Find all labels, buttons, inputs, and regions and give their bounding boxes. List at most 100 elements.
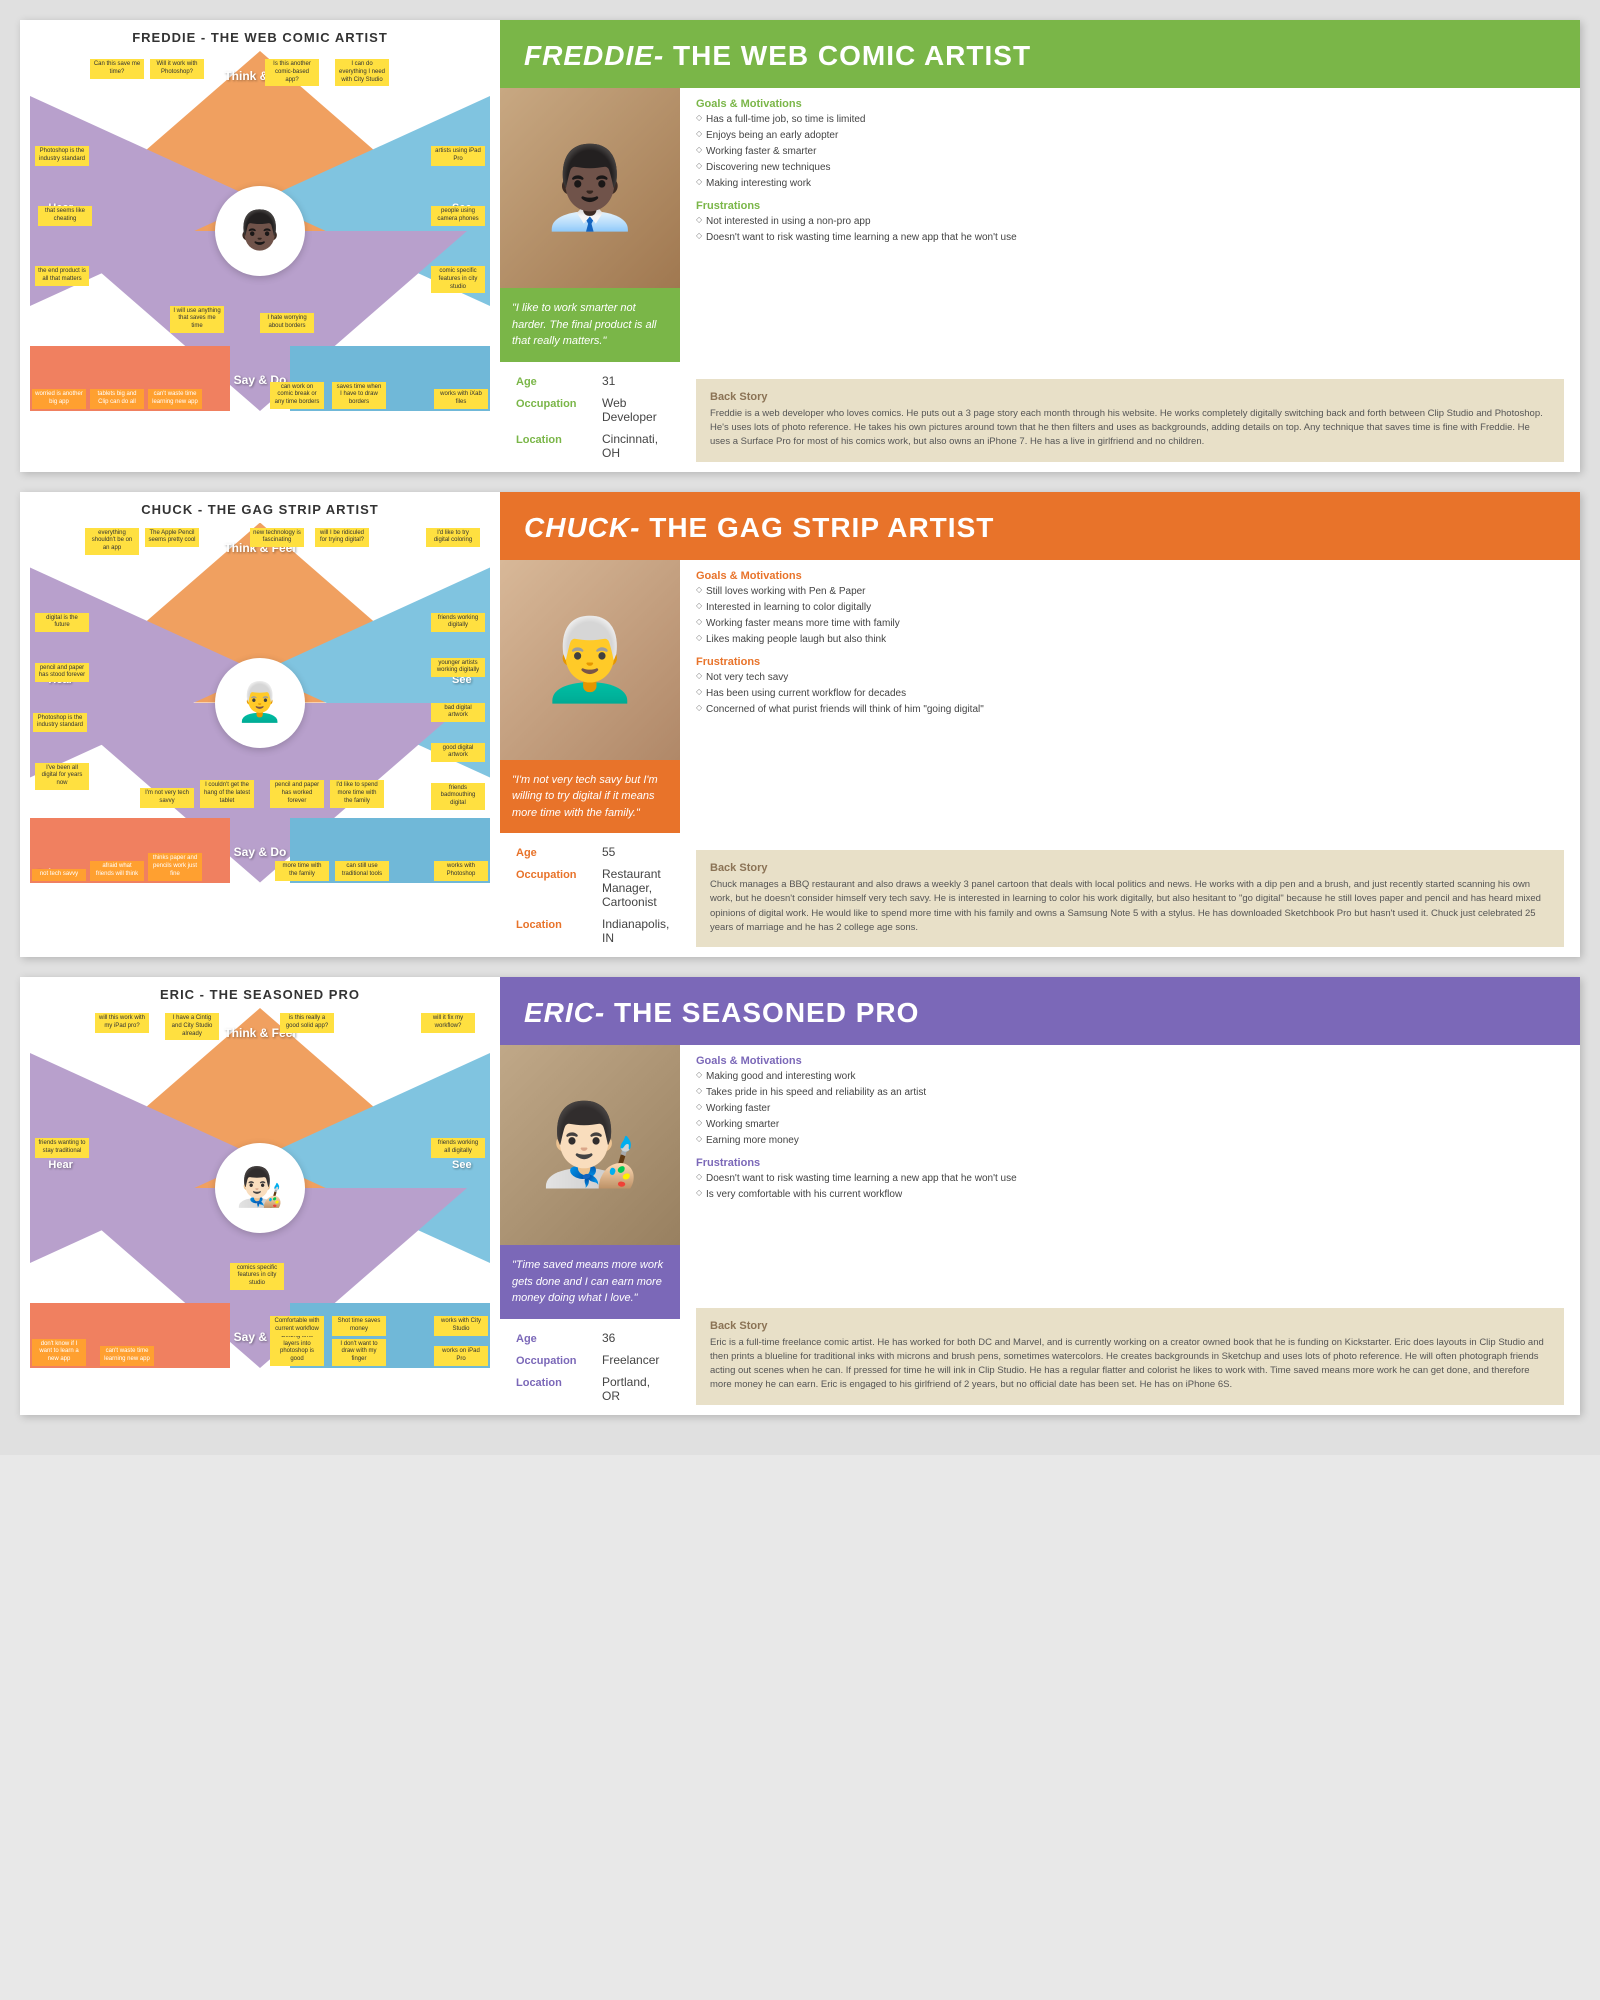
freddie-frust-1: Not interested in using a non-pro app xyxy=(696,214,1564,230)
freddie-photo: 👨🏿‍💼 xyxy=(500,88,680,288)
freddie-em-avatar: 👨🏿 xyxy=(215,186,305,276)
freddie-title: FREDDIE- THE WEB COMIC ARTIST xyxy=(524,40,1031,72)
eric-stats: Age 36 Occupation Freelancer Location Po… xyxy=(500,1319,680,1415)
chuck-em-diagram: Think & Feel Hear See Say & Do Pain Gain… xyxy=(30,523,490,883)
freddie-sticky-s2: people using camera phones xyxy=(431,206,485,226)
freddie-sticky-h3: the end product is all that matters xyxy=(35,266,89,286)
freddie-sticky-p2: tablets big and Clip can do all xyxy=(90,389,144,409)
chuck-sticky-p1: not tech savvy xyxy=(32,869,86,881)
freddie-frustrations-list: Not interested in using a non-pro app Do… xyxy=(696,214,1564,246)
eric-backstory-text: Eric is a full-time freelance comic arti… xyxy=(710,1336,1550,1393)
eric-row: ERIC - THE SEASONED PRO Think & Feel Hea… xyxy=(20,977,1580,1415)
chuck-sticky-sd2: I couldn't get the hang of the latest ta… xyxy=(200,780,254,807)
freddie-goal-3: Working faster & smarter xyxy=(696,144,1564,160)
eric-header: ERIC- THE SEASONED PRO xyxy=(500,977,1580,1045)
eric-sticky-g5: works with City Studio xyxy=(434,1316,488,1336)
chuck-empathy-map: CHUCK - THE GAG STRIP ARTIST Think & Fee… xyxy=(20,492,500,958)
chuck-sticky-g3: works with Photoshop xyxy=(434,861,488,881)
eric-backstory-title: Back Story xyxy=(710,1320,1550,1332)
chuck-sticky-t3: new technology is fascinating xyxy=(250,528,304,548)
chuck-empathy-title: CHUCK - THE GAG STRIP ARTIST xyxy=(30,502,490,517)
chuck-title: CHUCK- THE GAG STRIP ARTIST xyxy=(524,512,994,544)
freddie-sticky-h1: Photoshop is the industry standard xyxy=(35,146,89,166)
eric-frustrations-heading: Frustrations xyxy=(696,1157,1564,1169)
chuck-backstory-title: Back Story xyxy=(710,862,1550,874)
chuck-right-col: Goals & Motivations Still loves working … xyxy=(680,560,1580,958)
chuck-goals-heading: Goals & Motivations xyxy=(696,570,1564,582)
eric-goal-3: Working faster xyxy=(696,1101,1564,1117)
freddie-em-diagram: Think & Feel Hear See Say & Do Pain Gain… xyxy=(30,51,490,411)
eric-left-col: 👨🏻‍🎨 "Time saved means more work gets do… xyxy=(500,1045,680,1415)
freddie-empathy-title: FREDDIE - THE WEB COMIC ARTIST xyxy=(30,30,490,45)
freddie-location-row: Location Cincinnati, OH xyxy=(516,432,664,460)
chuck-frust-1: Not very tech savy xyxy=(696,670,1564,686)
chuck-goal-4: Likes making people laugh but also think xyxy=(696,632,1564,648)
chuck-backstory: Back Story Chuck manages a BBQ restauran… xyxy=(696,850,1564,947)
chuck-em-avatar: 👨‍🦳 xyxy=(215,658,305,748)
freddie-quote: "I like to work smarter not harder. The … xyxy=(500,288,680,362)
eric-sticky-t2: I have a Cintig and City Studio already xyxy=(165,1013,219,1040)
freddie-header: FREDDIE- THE WEB COMIC ARTIST xyxy=(500,20,1580,88)
freddie-row: FREDDIE - THE WEB COMIC ARTIST Think & F… xyxy=(20,20,1580,472)
freddie-sticky-t3: Is this another comic-based app? xyxy=(265,59,319,86)
chuck-row: CHUCK - THE GAG STRIP ARTIST Think & Fee… xyxy=(20,492,1580,958)
eric-goals-list: Making good and interesting work Takes p… xyxy=(696,1069,1564,1149)
chuck-sticky-h3: Photoshop is the industry standard xyxy=(33,713,87,733)
chuck-sticky-sd1: I'm not very tech savvy xyxy=(140,788,194,808)
eric-frust-2: Is very comfortable with his current wor… xyxy=(696,1187,1564,1203)
freddie-sticky-t1: Can this save me time? xyxy=(90,59,144,79)
eric-sticky-sd1: comics specific features in city studio xyxy=(230,1263,284,1290)
eric-quote: "Time saved means more work gets done an… xyxy=(500,1245,680,1319)
freddie-goal-5: Making interesting work xyxy=(696,176,1564,192)
chuck-sticky-sd4: I'd like to spend more time with the fam… xyxy=(330,780,384,807)
chuck-sticky-s1: friends working digitally xyxy=(431,613,485,633)
eric-goal-1: Making good and interesting work xyxy=(696,1069,1564,1085)
freddie-sticky-g3: works with iXab files xyxy=(434,389,488,409)
chuck-location-row: Location Indianapolis, IN xyxy=(516,917,664,945)
chuck-say-label: Say & Do xyxy=(234,845,287,859)
eric-sticky-g1: Getting time layers into photoshop is go… xyxy=(270,1331,324,1366)
chuck-frustrations-list: Not very tech savy Has been using curren… xyxy=(696,670,1564,718)
freddie-sticky-s1: artists using iPad Pro xyxy=(431,146,485,166)
freddie-stats: Age 31 Occupation Web Developer Location… xyxy=(500,362,680,472)
freddie-goal-4: Discovering new techniques xyxy=(696,160,1564,176)
eric-sticky-s1: friends working all digitally xyxy=(431,1138,485,1158)
eric-sticky-p1: don't know if I want to learn a new app xyxy=(32,1339,86,1366)
eric-sticky-t4: will it fix my workflow? xyxy=(421,1013,475,1033)
freddie-sticky-s3: comic specific features in city studio xyxy=(431,266,485,293)
eric-see-label: See xyxy=(452,1159,472,1171)
eric-location-row: Location Portland, OR xyxy=(516,1375,664,1403)
chuck-frust-2: Has been using current workflow for deca… xyxy=(696,686,1564,702)
chuck-sticky-sd3: pencil and paper has worked forever xyxy=(270,780,324,807)
eric-sticky-g4: Shot time saves money xyxy=(332,1316,386,1336)
chuck-sticky-s5: friends badmouthing digital xyxy=(431,783,485,810)
eric-empathy-map: ERIC - THE SEASONED PRO Think & Feel Hea… xyxy=(20,977,500,1415)
eric-hear-label: Hear xyxy=(48,1159,72,1171)
eric-frust-1: Doesn't want to risk wasting time learni… xyxy=(696,1171,1564,1187)
eric-goal-5: Earning more money xyxy=(696,1133,1564,1149)
freddie-sticky-p3: can't waste time learning new app xyxy=(148,389,202,409)
eric-photo: 👨🏻‍🎨 xyxy=(500,1045,680,1245)
freddie-backstory-title: Back Story xyxy=(710,391,1550,403)
eric-sticky-g6: works on iPad Pro xyxy=(434,1346,488,1366)
chuck-sticky-t4: will I be ridiculed for trying digital? xyxy=(315,528,369,548)
chuck-sticky-t1: everything shouldn't be on an app xyxy=(85,528,139,555)
freddie-age-row: Age 31 xyxy=(516,374,664,388)
freddie-sticky-h2: that seems like cheating xyxy=(38,206,92,226)
eric-info-area: 👨🏻‍🎨 "Time saved means more work gets do… xyxy=(500,1045,1580,1415)
chuck-age-row: Age 55 xyxy=(516,845,664,859)
freddie-occupation-row: Occupation Web Developer xyxy=(516,396,664,424)
chuck-frust-3: Concerned of what purist friends will th… xyxy=(696,702,1564,718)
eric-sticky-t1: will this work with my iPad pro? xyxy=(95,1013,149,1033)
freddie-info-area: 👨🏿‍💼 "I like to work smarter not harder.… xyxy=(500,88,1580,472)
freddie-goal-1: Has a full-time job, so time is limited xyxy=(696,112,1564,128)
chuck-goal-3: Working faster means more time with fami… xyxy=(696,616,1564,632)
page-wrapper: FREDDIE - THE WEB COMIC ARTIST Think & F… xyxy=(0,0,1600,1455)
eric-goal-4: Working smarter xyxy=(696,1117,1564,1133)
chuck-backstory-text: Chuck manages a BBQ restaurant and also … xyxy=(710,878,1550,935)
eric-sticky-t3: is this really a good solid app? xyxy=(280,1013,334,1033)
eric-backstory: Back Story Eric is a full-time freelance… xyxy=(696,1308,1564,1405)
freddie-sticky-sd2: I hate worrying about borders xyxy=(260,313,314,333)
chuck-sticky-h2: pencil and paper has stood forever xyxy=(35,663,89,683)
eric-right-col: Goals & Motivations Making good and inte… xyxy=(680,1045,1580,1415)
